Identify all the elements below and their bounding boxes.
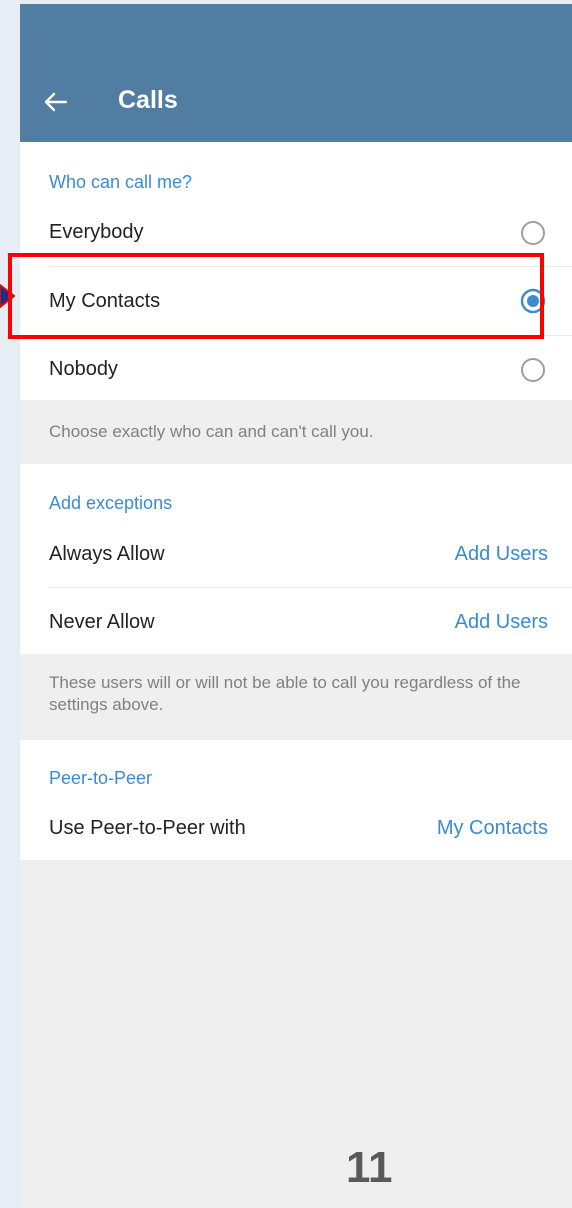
section-title-exceptions: Add exceptions (49, 493, 173, 513)
who-can-call-hint: Choose exactly who can and can't call yo… (49, 422, 374, 441)
back-arrow-icon[interactable] (42, 88, 70, 116)
row-label: Use Peer-to-Peer with (49, 817, 246, 839)
page-title: Calls (118, 86, 178, 114)
divider (49, 587, 572, 588)
exceptions-card: Add exceptions Always Allow Add Users Ne… (20, 464, 572, 654)
peer-to-peer-value-link[interactable]: My Contacts (437, 817, 548, 840)
add-users-link[interactable]: Add Users (455, 543, 548, 566)
phone-screen: Calls Who can call me? Everybody My Cont… (20, 4, 572, 1208)
page-number: 11 (346, 1143, 393, 1192)
row-label: Never Allow (49, 611, 155, 633)
add-users-link[interactable]: Add Users (455, 611, 548, 634)
option-label: Nobody (49, 358, 118, 380)
section-title-who-can-call: Who can call me? (49, 172, 193, 192)
section-title-peer-to-peer: Peer-to-Peer (49, 768, 153, 788)
peer-to-peer-card: Peer-to-Peer Use Peer-to-Peer with My Co… (20, 740, 572, 860)
option-label: Everybody (49, 221, 144, 243)
exceptions-hint: These users will or will not be able to … (49, 673, 521, 714)
row-label: Always Allow (49, 543, 165, 565)
radio-unselected-icon[interactable] (520, 357, 546, 383)
highlight-box (8, 253, 544, 339)
radio-unselected-icon[interactable] (520, 220, 546, 246)
app-bar: Calls (20, 4, 572, 142)
